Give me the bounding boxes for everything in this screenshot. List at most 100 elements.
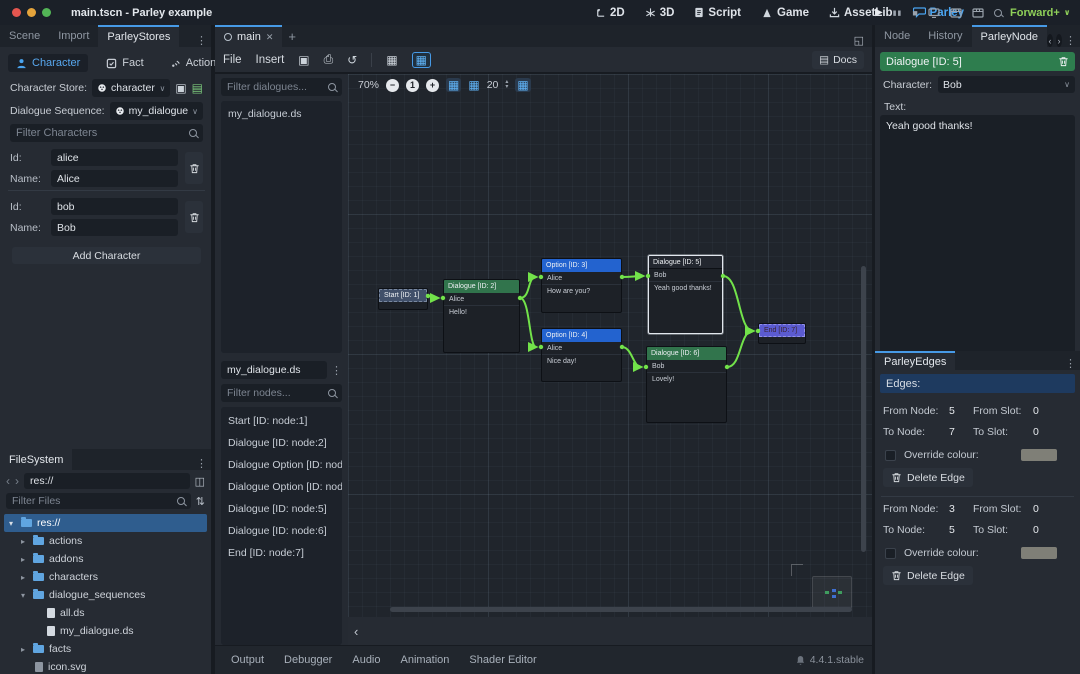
graph-vertical-scrollbar[interactable]: [861, 266, 866, 552]
panel-debugger[interactable]: Debugger: [276, 651, 340, 669]
graph-node-dialogue-5[interactable]: Dialogue [ID: 5] Bob Yeah good thanks!: [648, 255, 723, 334]
tree-item-dialogue-sequences[interactable]: ▾ dialogue_sequences: [4, 586, 207, 604]
graph-node-dialogue-2[interactable]: Dialogue [ID: 2] Alice Hello!: [443, 279, 520, 353]
add-character-button[interactable]: Add Character: [12, 247, 201, 264]
sequence-name-field[interactable]: my_dialogue.ds: [221, 361, 327, 379]
character-name-field[interactable]: Bob: [51, 219, 178, 236]
nav-forward-icon[interactable]: ›: [15, 474, 19, 488]
dock-menu-icon[interactable]: ⋮: [192, 457, 211, 470]
list-item[interactable]: my_dialogue.ds: [221, 105, 342, 123]
dialogue-sequence-dropdown[interactable]: my_dialogue.ds ∨: [110, 102, 203, 120]
import-icon[interactable]: ⎙: [324, 52, 334, 67]
dock-menu-icon[interactable]: ⋮: [1065, 34, 1080, 47]
panel-animation[interactable]: Animation: [393, 651, 458, 669]
window-minimize-button[interactable]: [27, 8, 36, 17]
tree-item-res[interactable]: ▾ res://: [4, 514, 207, 532]
grid-size-spinner[interactable]: ▴ ▾: [505, 80, 508, 90]
collapse-sidebar-icon[interactable]: ‹: [348, 624, 364, 639]
tree-item-my-dialogue-ds[interactable]: my_dialogue.ds: [4, 622, 207, 640]
filter-nodes-input[interactable]: Filter nodes...: [221, 384, 342, 402]
tree-item-characters[interactable]: ▸ characters: [4, 568, 207, 586]
minimap-toggle-icon[interactable]: ▦: [515, 78, 530, 92]
list-item[interactable]: Dialogue Option [ID: nod...: [221, 476, 342, 498]
history-back-icon[interactable]: ‹: [1047, 34, 1053, 47]
tree-closed-icon[interactable]: ▸: [18, 645, 28, 654]
tree-closed-icon[interactable]: ▸: [18, 555, 28, 564]
graph-canvas[interactable]: 70% − 1 + ▦ ▦ 20 ▴ ▾ ▦ Start [ID: 1] Dia…: [348, 74, 872, 617]
snap-toggle-icon[interactable]: ▦: [446, 78, 461, 92]
character-dropdown[interactable]: Bob ∨: [938, 76, 1075, 93]
list-item[interactable]: Dialogue [ID: node:5]: [221, 498, 342, 520]
menu-insert[interactable]: Insert: [256, 54, 285, 66]
save-store-icon[interactable]: ▣: [175, 81, 186, 95]
tree-closed-icon[interactable]: ▸: [18, 573, 28, 582]
movie-writer-icon[interactable]: [972, 8, 984, 18]
sort-files-icon[interactable]: ⇅: [196, 495, 205, 508]
zoom-reset-button[interactable]: 1: [406, 79, 419, 92]
sequence-menu-icon[interactable]: ⋮: [331, 364, 342, 377]
graph-node-end[interactable]: End [ID: 7]: [758, 323, 806, 344]
undo-icon[interactable]: ↺: [347, 53, 357, 67]
tab-fact[interactable]: Fact: [98, 54, 151, 72]
pause-button[interactable]: ▮▮: [893, 9, 903, 17]
filter-dialogues-input[interactable]: Filter dialogues...: [221, 78, 342, 96]
delete-edge-button[interactable]: Delete Edge: [883, 468, 973, 487]
delete-edge-button[interactable]: Delete Edge: [883, 566, 973, 585]
workspace-3d[interactable]: 3D: [645, 7, 675, 19]
test-dialogue-from-selected-icon[interactable]: ▦: [412, 52, 431, 68]
override-colour-checkbox[interactable]: [885, 450, 896, 461]
zoom-in-button[interactable]: +: [426, 79, 439, 92]
tree-closed-icon[interactable]: ▸: [18, 537, 28, 546]
menu-file[interactable]: File: [223, 54, 242, 66]
panel-audio[interactable]: Audio: [344, 651, 388, 669]
graph-minimap[interactable]: [812, 576, 852, 609]
expand-editor-icon[interactable]: ◱: [846, 34, 872, 47]
window-zoom-button[interactable]: [42, 8, 51, 17]
dock-menu-icon[interactable]: ⋮: [1061, 357, 1080, 370]
tab-history[interactable]: History: [919, 25, 971, 47]
remote-debug-icon[interactable]: [928, 8, 940, 18]
dialogue-text-area[interactable]: Yeah good thanks!: [880, 115, 1075, 365]
character-id-field[interactable]: alice: [51, 149, 178, 166]
graph-node-start[interactable]: Start [ID: 1]: [378, 288, 428, 310]
dock-menu-icon[interactable]: ⋮: [192, 34, 211, 47]
tab-node[interactable]: Node: [875, 25, 919, 47]
filter-characters-input[interactable]: Filter Characters: [10, 124, 203, 142]
save-icon[interactable]: ▣: [298, 53, 309, 67]
split-mode-icon[interactable]: ◫: [195, 475, 205, 488]
tab-filesystem[interactable]: FileSystem: [0, 449, 72, 470]
character-id-field[interactable]: bob: [51, 198, 178, 215]
history-forward-icon[interactable]: ›: [1056, 34, 1062, 47]
delete-character-button[interactable]: [185, 201, 203, 233]
tab-parleynode[interactable]: ParleyNode: [972, 25, 1047, 47]
character-store-dropdown[interactable]: character ∨: [92, 79, 170, 97]
graph-horizontal-scrollbar[interactable]: [390, 607, 852, 612]
tree-item-actions[interactable]: ▸ actions: [4, 532, 207, 550]
list-item[interactable]: Dialogue Option [ID: nod...: [221, 454, 342, 476]
renderer-selector[interactable]: Forward+ ∨: [1010, 7, 1070, 19]
close-icon[interactable]: ✕: [266, 32, 274, 43]
tab-import[interactable]: Import: [49, 25, 98, 47]
quick-open-icon[interactable]: [994, 9, 1002, 17]
graph-node-option-3[interactable]: Option [ID: 3] Alice How are you?: [541, 258, 622, 313]
tree-item-all-ds[interactable]: all.ds: [4, 604, 207, 622]
nav-back-icon[interactable]: ‹: [6, 474, 10, 488]
tab-parleyedges[interactable]: ParleyEdges: [875, 351, 955, 370]
character-name-field[interactable]: Alice: [51, 170, 178, 187]
panel-shader-editor[interactable]: Shader Editor: [461, 651, 544, 669]
zoom-out-button[interactable]: −: [386, 79, 399, 92]
test-dialogue-icon[interactable]: ▦: [386, 53, 397, 67]
tab-scene[interactable]: Scene: [0, 25, 49, 47]
window-close-button[interactable]: [12, 8, 21, 17]
play-button[interactable]: ▶: [875, 7, 883, 18]
new-store-icon[interactable]: ▤: [192, 81, 203, 95]
workspace-script[interactable]: Script: [694, 7, 741, 19]
notification-bell-icon[interactable]: [796, 655, 805, 665]
tree-item-icon-svg[interactable]: icon.svg: [4, 658, 207, 674]
delete-node-trash-icon[interactable]: [1058, 56, 1069, 67]
path-field[interactable]: res://: [24, 473, 190, 489]
workspace-game[interactable]: Game: [761, 7, 809, 19]
tree-item-addons[interactable]: ▸ addons: [4, 550, 207, 568]
panel-output[interactable]: Output: [223, 651, 272, 669]
graph-node-option-4[interactable]: Option [ID: 4] Alice Nice day!: [541, 328, 622, 382]
